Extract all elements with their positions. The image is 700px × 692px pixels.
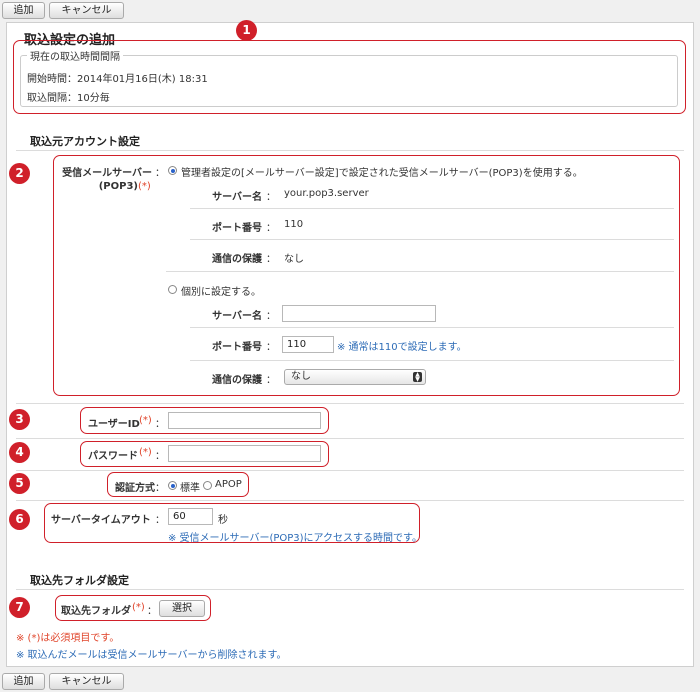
custom-security-label: 通信の保護 [212, 375, 262, 386]
auth-method-label: 認証方式 [115, 483, 155, 494]
colon: ： [155, 515, 165, 526]
admin-port-label: ポート番号 [212, 223, 262, 234]
admin-server-name-value: your.pop3.server [284, 188, 369, 199]
dest-section-title: 取込先フォルダ設定 [30, 574, 129, 587]
timeout-input[interactable]: 60 [168, 508, 213, 525]
userid-label: ユーザーID [88, 419, 140, 430]
timeout-label: サーバータイムアウト [51, 515, 151, 526]
colon: ： [155, 451, 165, 462]
incoming-server-label: 受信メールサーバー [62, 168, 152, 179]
divider [16, 500, 684, 501]
required-mark: (*) [139, 447, 152, 458]
add-button[interactable]: 追加 [2, 2, 45, 19]
select-arrows-icon: ▲ ▼ [413, 372, 422, 383]
divider [16, 403, 684, 404]
divider [16, 438, 684, 439]
custom-security-select-value: なし [291, 371, 311, 382]
divider [190, 239, 674, 240]
colon: ： [266, 375, 276, 386]
password-label: パスワード [88, 451, 138, 462]
colon: ： [155, 483, 165, 494]
option-admin-server-label: 管理者設定の[メールサーバー設定]で設定された受信メールサーバー(POP3)を使… [181, 168, 583, 179]
badge-7: 7 [9, 597, 30, 618]
badge-6: 6 [9, 509, 30, 530]
delete-footer-note: ※ 取込んだメールは受信メールサーバーから削除されます。 [16, 650, 287, 661]
radio-custom-server[interactable] [168, 285, 177, 294]
colon: ： [266, 342, 276, 353]
timeout-note: ※ 受信メールサーバー(POP3)にアクセスする時間です。 [168, 533, 423, 544]
badge-5: 5 [9, 473, 30, 494]
cancel-button[interactable]: キャンセル [49, 2, 124, 19]
interval-legend: 現在の取込時間間隔 [27, 48, 123, 63]
required-footer-note: ※ (*)は必須項目です。 [16, 633, 120, 644]
admin-server-name-label: サーバー名 [212, 192, 262, 203]
incoming-server-label-pop3: (POP3) [98, 181, 138, 192]
custom-port-input[interactable]: 110 [282, 336, 334, 353]
required-mark: (*) [138, 181, 151, 192]
password-input[interactable] [168, 445, 321, 462]
colon: ： [266, 192, 276, 203]
colon: ： [266, 254, 276, 265]
custom-server-name-label: サーバー名 [212, 311, 262, 322]
interval-text: 取込間隔：10分毎 [27, 93, 110, 104]
divider [190, 208, 674, 209]
dest-folder-label: 取込先フォルダ [61, 606, 131, 617]
radio-auth-apop[interactable] [203, 481, 212, 490]
select-folder-button[interactable]: 選択 [159, 600, 205, 617]
required-mark: (*) [132, 602, 145, 613]
badge-4: 4 [9, 442, 30, 463]
custom-port-note: ※ 通常は110で設定します。 [337, 342, 467, 353]
custom-port-label: ポート番号 [212, 342, 262, 353]
radio-admin-server[interactable] [168, 166, 177, 175]
colon: ： [266, 223, 276, 234]
badge-1: 1 [236, 20, 257, 41]
auth-apop-label: APOP [215, 479, 242, 490]
top-toolbar: 追加 キャンセル [0, 0, 700, 22]
custom-server-name-input[interactable] [282, 305, 436, 322]
userid-input[interactable] [168, 412, 321, 429]
divider [16, 589, 684, 590]
divider [16, 470, 684, 471]
divider [190, 360, 674, 361]
bottom-toolbar: 追加 キャンセル [0, 670, 700, 692]
colon: ： [266, 311, 276, 322]
badge-2: 2 [9, 163, 30, 184]
custom-security-select[interactable]: なし ▲ ▼ [284, 369, 426, 385]
add-button[interactable]: 追加 [2, 673, 45, 690]
timeout-unit: 秒 [218, 515, 228, 526]
option-custom-server-label: 個別に設定する。 [181, 287, 261, 298]
admin-security-label: 通信の保護 [212, 254, 262, 265]
divider [166, 271, 674, 272]
admin-security-value: なし [284, 254, 304, 265]
admin-port-value: 110 [284, 219, 304, 230]
source-section-title: 取込元アカウント設定 [30, 135, 140, 148]
required-mark: (*) [139, 415, 152, 426]
divider [16, 150, 684, 151]
badge-3: 3 [9, 409, 30, 430]
divider [190, 327, 674, 328]
auth-standard-label: 標準 [180, 483, 200, 494]
colon: ： [155, 168, 165, 179]
cancel-button[interactable]: キャンセル [49, 673, 124, 690]
colon: ： [147, 606, 157, 617]
radio-auth-standard[interactable] [168, 481, 177, 490]
start-time-text: 開始時間：2014年01月16日(木) 18:31 [27, 74, 208, 85]
colon: ： [155, 419, 165, 430]
